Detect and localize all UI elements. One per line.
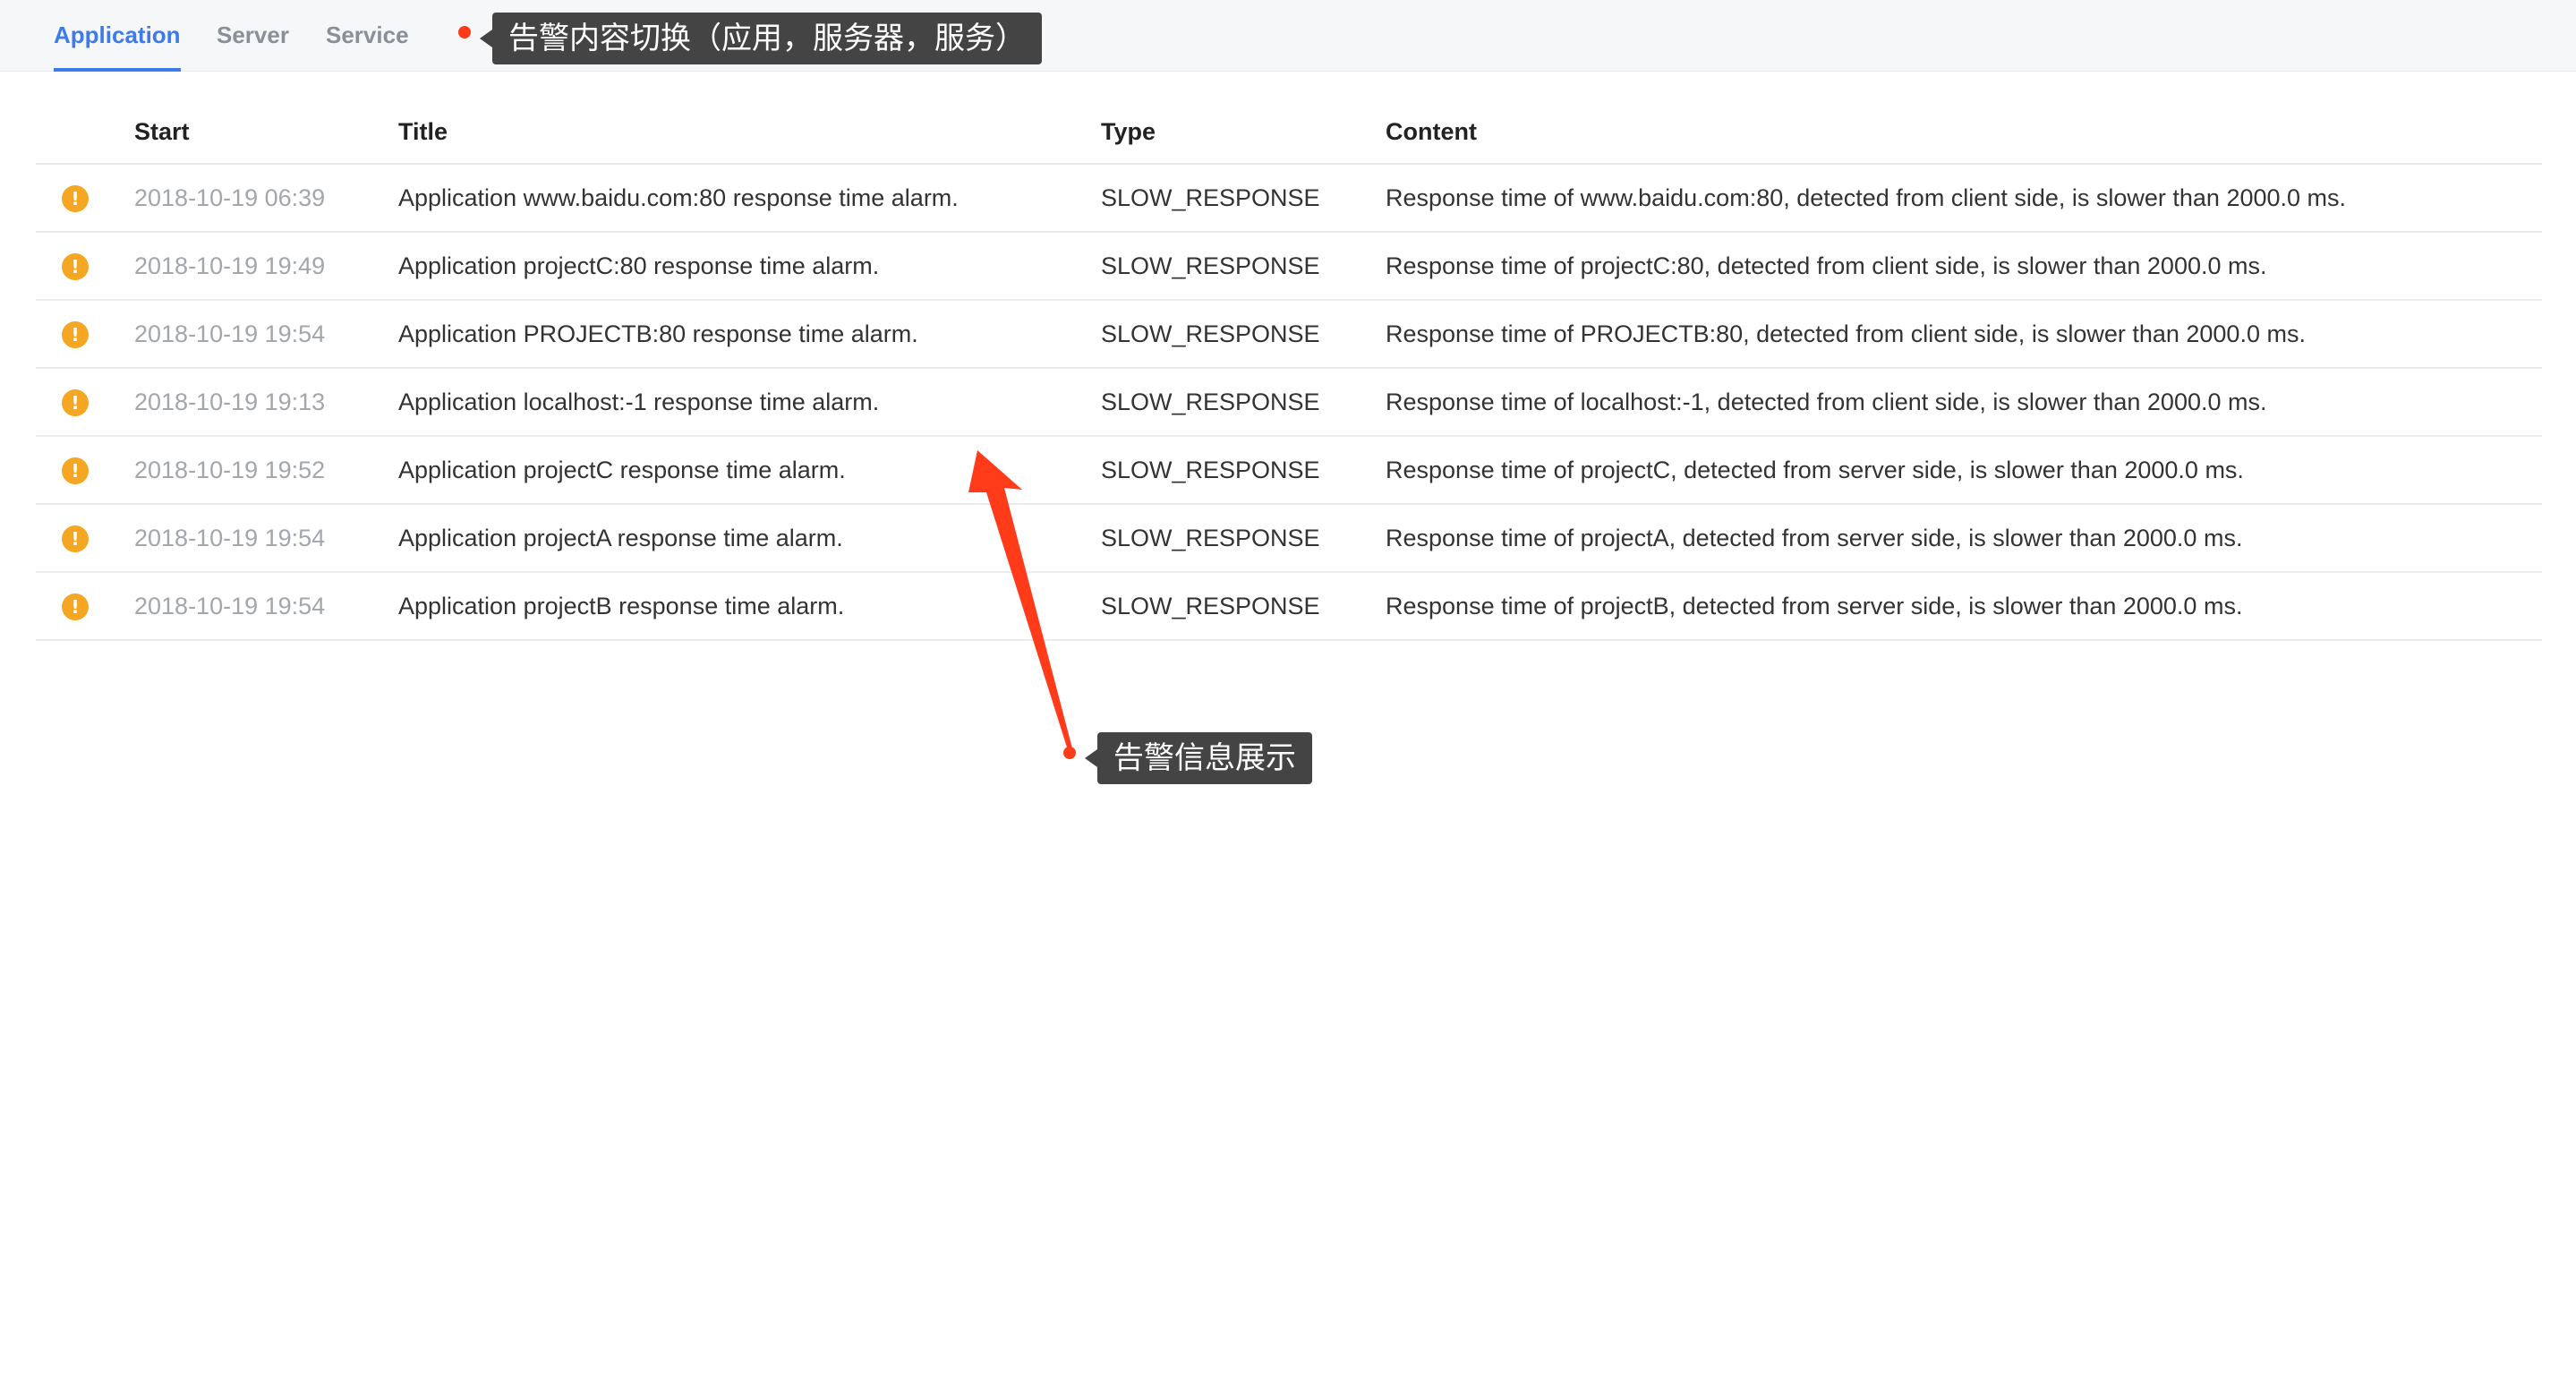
start-time: 2018-10-19 19:54: [134, 525, 326, 551]
alarm-title: Application projectB response time alarm…: [398, 593, 845, 619]
column-header-title: Title: [398, 118, 448, 145]
alarm-content: Response time of PROJECTB:80, detected f…: [1386, 320, 2306, 347]
table-row: ! 2018-10-19 19:49 Application projectC:…: [36, 233, 2542, 301]
start-time: 2018-10-19 19:54: [134, 320, 326, 347]
warning-icon: !: [62, 389, 89, 416]
start-time: 2018-10-19 19:52: [134, 457, 326, 483]
start-time: 2018-10-19 06:39: [134, 184, 326, 211]
table-row: ! 2018-10-19 19:54 Application projectA …: [36, 505, 2542, 573]
column-header-content: Content: [1386, 118, 1477, 145]
annotation-alarms-callout: 告警信息展示: [1085, 732, 1312, 784]
alarm-type: SLOW_RESPONSE: [1101, 320, 1320, 347]
warning-icon: !: [62, 185, 89, 212]
table-row: ! 2018-10-19 19:54 Application projectB …: [36, 573, 2542, 641]
annotation-dot: [458, 26, 471, 38]
table-row: ! 2018-10-19 19:13 Application localhost…: [36, 369, 2542, 437]
tab-service[interactable]: Service: [326, 0, 409, 72]
alarm-title: Application projectA response time alarm…: [398, 525, 843, 551]
tab-application[interactable]: Application: [54, 0, 181, 72]
annotation-tabs-callout: 告警内容切换（应用，服务器，服务）: [480, 13, 1042, 64]
alarm-title: Application localhost:-1 response time a…: [398, 389, 880, 415]
alarm-type: SLOW_RESPONSE: [1101, 457, 1320, 483]
tab-server[interactable]: Server: [217, 0, 289, 72]
warning-icon: !: [62, 594, 89, 620]
alarm-type: SLOW_RESPONSE: [1101, 389, 1320, 415]
alarm-type: SLOW_RESPONSE: [1101, 252, 1320, 279]
alarm-type-tabs: Application Server Service: [0, 0, 2576, 72]
alarm-content: Response time of projectC, detected from…: [1386, 457, 2244, 483]
alarm-content: Response time of projectB, detected from…: [1386, 593, 2243, 619]
column-header-type: Type: [1101, 118, 1156, 145]
column-header-start: Start: [134, 118, 190, 145]
alarm-type: SLOW_RESPONSE: [1101, 593, 1320, 619]
alarm-title: Application projectC:80 response time al…: [398, 252, 880, 279]
table-header: Start Title Type Content: [36, 98, 2542, 165]
alarm-type: SLOW_RESPONSE: [1101, 184, 1320, 211]
alarm-title: Application PROJECTB:80 response time al…: [398, 320, 918, 347]
start-time: 2018-10-19 19:49: [134, 252, 326, 279]
alarm-title: Application www.baidu.com:80 response ti…: [398, 184, 959, 211]
table-row: ! 2018-10-19 19:54 Application PROJECTB:…: [36, 301, 2542, 369]
alarm-title: Application projectC response time alarm…: [398, 457, 846, 483]
annotation-dot: [1063, 747, 1076, 759]
alarm-content: Response time of localhost:-1, detected …: [1386, 389, 2267, 415]
alarm-content: Response time of projectA, detected from…: [1386, 525, 2243, 551]
warning-icon: !: [62, 253, 89, 280]
alarm-table: Start Title Type Content ! 2018-10-19 06…: [36, 98, 2542, 641]
page: Application Server Service Start Title T…: [0, 0, 2576, 1375]
table-row: ! 2018-10-19 19:52 Application projectC …: [36, 437, 2542, 505]
warning-icon: !: [62, 457, 89, 484]
alarm-content: Response time of www.baidu.com:80, detec…: [1386, 184, 2347, 211]
start-time: 2018-10-19 19:13: [134, 389, 326, 415]
alarm-type: SLOW_RESPONSE: [1101, 525, 1320, 551]
alarm-content: Response time of projectC:80, detected f…: [1386, 252, 2267, 279]
warning-icon: !: [62, 321, 89, 348]
table-row: ! 2018-10-19 06:39 Application www.baidu…: [36, 165, 2542, 233]
start-time: 2018-10-19 19:54: [134, 593, 326, 619]
warning-icon: !: [62, 525, 89, 552]
